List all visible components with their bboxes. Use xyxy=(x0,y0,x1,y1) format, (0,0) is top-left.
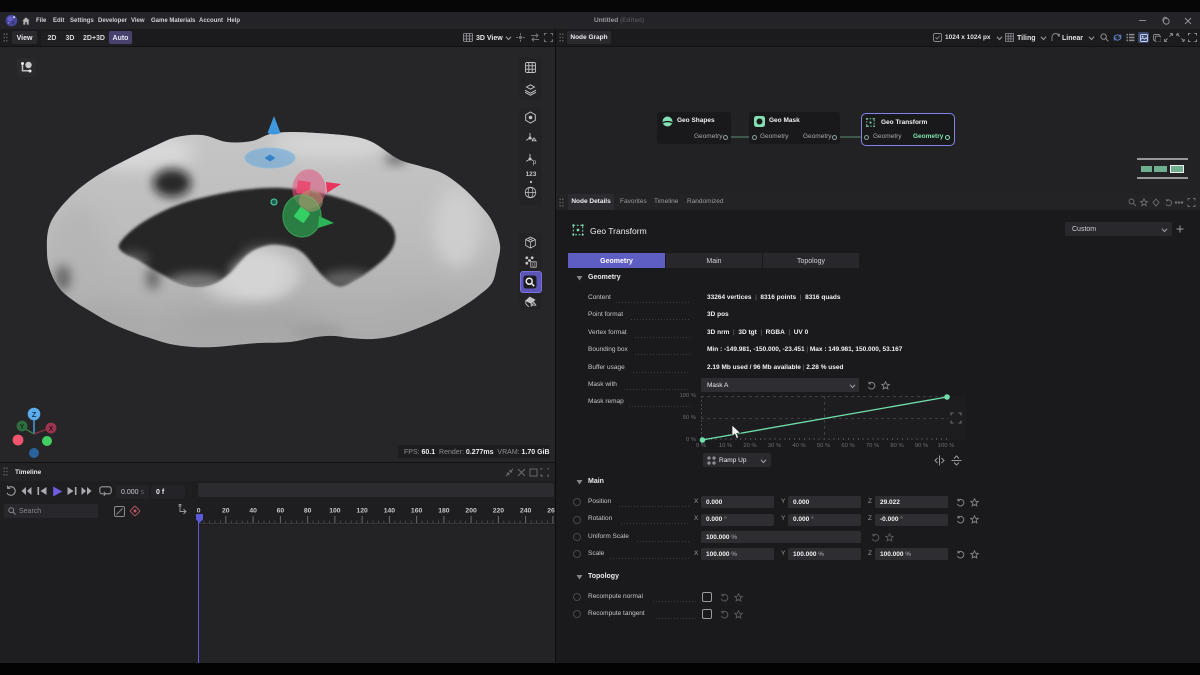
svg-text:120: 120 xyxy=(356,508,368,515)
svg-text:240: 240 xyxy=(520,508,532,515)
svg-text:100: 100 xyxy=(329,508,341,515)
svg-text:160: 160 xyxy=(411,508,423,515)
svg-text:0: 0 xyxy=(532,262,535,268)
svg-text:Z: Z xyxy=(32,410,37,419)
svg-text:60: 60 xyxy=(277,508,285,515)
svg-text:180: 180 xyxy=(438,508,450,515)
svg-text:20: 20 xyxy=(222,508,230,515)
svg-text:200: 200 xyxy=(465,508,477,515)
svg-text:Y: Y xyxy=(20,424,25,431)
svg-text:X: X xyxy=(49,426,54,433)
svg-text:260: 260 xyxy=(547,508,555,515)
svg-text:p: p xyxy=(533,159,537,166)
svg-text:80: 80 xyxy=(304,508,312,515)
svg-text:40: 40 xyxy=(249,508,257,515)
svg-text:220: 220 xyxy=(493,508,505,515)
svg-text:140: 140 xyxy=(384,508,396,515)
